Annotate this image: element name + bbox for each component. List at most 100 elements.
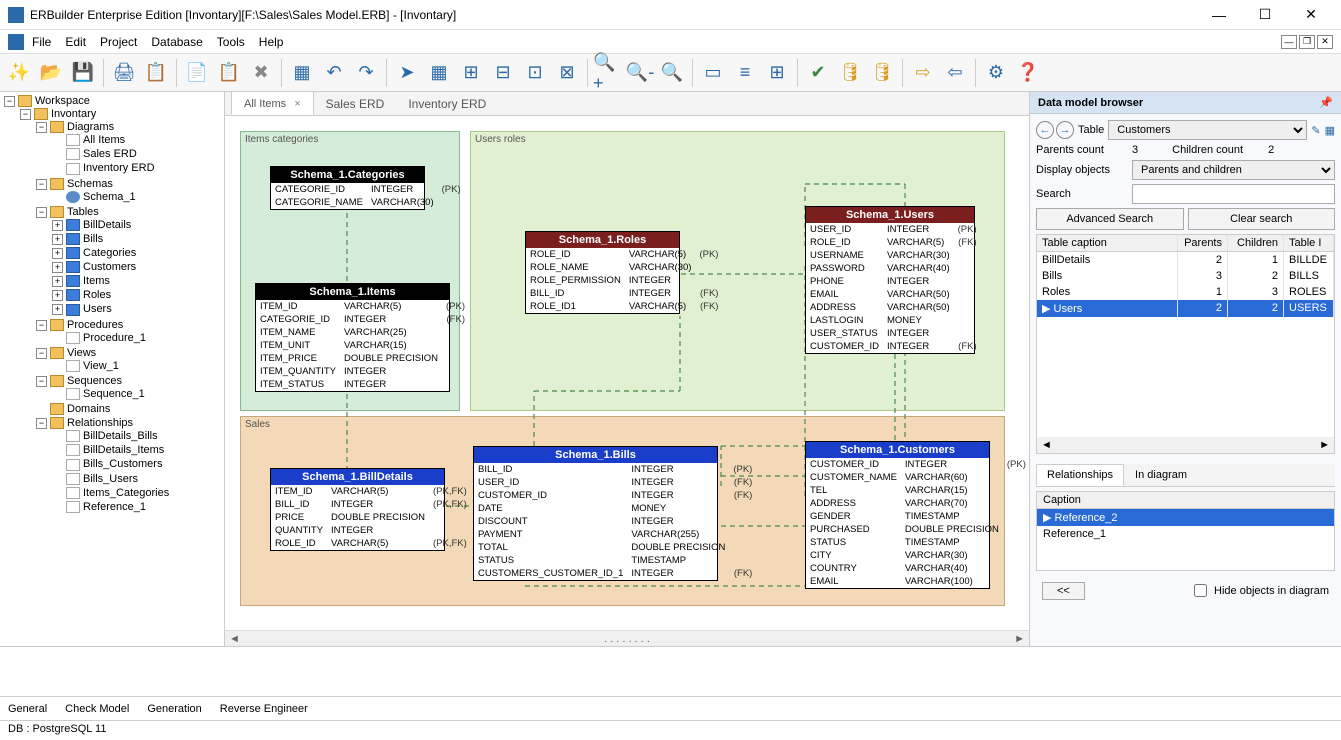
tab-sales-erd[interactable]: Sales ERD	[314, 93, 397, 115]
mdi-restore[interactable]: ❐	[1299, 35, 1315, 49]
scroll-right-icon[interactable]: ►	[1319, 439, 1330, 451]
tree-rel-item[interactable]: Bills_Users	[83, 473, 138, 485]
zoom-out-icon[interactable]: 🔍-	[625, 58, 655, 88]
tree-panel[interactable]: −Workspace −Invontary −Diagrams All Item…	[0, 92, 225, 646]
entity-billdetails[interactable]: Schema_1.BillDetailsITEM_IDVARCHAR(5)(PK…	[270, 468, 445, 551]
tab-inventory-erd[interactable]: Inventory ERD	[396, 93, 498, 115]
tree-rels[interactable]: Relationships	[67, 417, 133, 429]
entity-bills[interactable]: Schema_1.BillsBILL_IDINTEGER(PK)USER_IDI…	[473, 446, 718, 581]
add-table-icon[interactable]: ▦	[287, 58, 317, 88]
settings-icon[interactable]: ⚙	[981, 58, 1011, 88]
menu-edit[interactable]: Edit	[65, 35, 86, 49]
maximize-button[interactable]: ☐	[1243, 1, 1287, 29]
tree-diagram-item[interactable]: Inventory ERD	[83, 162, 155, 174]
tree-rel-item[interactable]: Bills_Customers	[83, 458, 162, 470]
ref-row[interactable]: Reference_1	[1037, 526, 1334, 542]
display-select[interactable]: Parents and children	[1132, 160, 1335, 180]
relation2-icon[interactable]: ⊟	[488, 58, 518, 88]
redo-icon[interactable]: ↷	[351, 58, 381, 88]
entity-roles[interactable]: Schema_1.RolesROLE_IDVARCHAR(5)(PK)ROLE_…	[525, 231, 680, 314]
tree-table-item[interactable]: Bills	[83, 233, 103, 245]
db1-icon[interactable]: 🛢	[835, 58, 865, 88]
tree-table-item[interactable]: Categories	[83, 247, 136, 259]
relation3-icon[interactable]: ⊡	[520, 58, 550, 88]
layout2-icon[interactable]: ≡	[730, 58, 760, 88]
copy-icon[interactable]: 📄	[182, 58, 212, 88]
db2-icon[interactable]: 🛢	[867, 58, 897, 88]
scroll-left-icon[interactable]: ◄	[1041, 439, 1052, 451]
tree-table-item[interactable]: Items	[83, 275, 110, 287]
btab-gen[interactable]: Generation	[147, 703, 201, 715]
relation4-icon[interactable]: ⊠	[552, 58, 582, 88]
grid-icon[interactable]: ▦	[1325, 124, 1335, 137]
paste-icon[interactable]: 📋	[214, 58, 244, 88]
btab-check[interactable]: Check Model	[65, 703, 129, 715]
nav-back-btn[interactable]: <<	[1042, 582, 1085, 600]
report-icon[interactable]: 📋	[141, 58, 171, 88]
ref-row[interactable]: ▶ Reference_2	[1037, 509, 1334, 526]
import-icon[interactable]: ⇦	[940, 58, 970, 88]
tree-view-item[interactable]: View_1	[83, 360, 119, 372]
tab-relationships[interactable]: Relationships	[1036, 464, 1124, 486]
tree-table-item[interactable]: Roles	[83, 289, 111, 301]
canvas-h-scrollbar[interactable]: ◄. . . . . . . .►	[225, 630, 1029, 646]
tree-domains[interactable]: Domains	[67, 403, 110, 415]
entity-categories[interactable]: Schema_1.CategoriesCATEGORIE_IDINTEGER(P…	[270, 166, 425, 210]
entity-users[interactable]: Schema_1.UsersUSER_IDINTEGER(PK)ROLE_IDV…	[805, 206, 975, 354]
help-icon[interactable]: ❓	[1013, 58, 1043, 88]
tree-rel-item[interactable]: Reference_1	[83, 501, 146, 513]
ref-grid[interactable]: Caption ▶ Reference_2Reference_1	[1036, 491, 1335, 571]
canvas[interactable]: Items categories Users roles Sales	[225, 116, 1029, 630]
entity-customers[interactable]: Schema_1.CustomersCUSTOMER_IDINTEGER(PK)…	[805, 441, 990, 589]
mdi-minimize[interactable]: —	[1281, 35, 1297, 49]
entity-items[interactable]: Schema_1.ItemsITEM_IDVARCHAR(5)(PK)CATEG…	[255, 283, 450, 392]
menu-help[interactable]: Help	[259, 35, 284, 49]
validate-icon[interactable]: ✔	[803, 58, 833, 88]
zoom-fit-icon[interactable]: 🔍	[657, 58, 687, 88]
open-icon[interactable]: 📂	[36, 58, 66, 88]
tree-rel-item[interactable]: BillDetails_Items	[83, 444, 164, 456]
hide-checkbox[interactable]	[1194, 584, 1207, 597]
minimize-button[interactable]: —	[1197, 1, 1241, 29]
tree-schemas[interactable]: Schemas	[67, 178, 113, 190]
menu-tools[interactable]: Tools	[217, 35, 245, 49]
nav-back-icon[interactable]: ←	[1036, 121, 1054, 139]
tree-project[interactable]: Invontary	[51, 108, 96, 120]
tree-workspace[interactable]: Workspace	[35, 95, 90, 107]
browser-grid[interactable]: Table caption Parents Children Table I B…	[1036, 234, 1335, 454]
search-input[interactable]	[1132, 184, 1335, 204]
new-icon[interactable]: ✨	[4, 58, 34, 88]
tree-procs[interactable]: Procedures	[67, 319, 123, 331]
relation1-icon[interactable]: ⊞	[456, 58, 486, 88]
layout1-icon[interactable]: ▭	[698, 58, 728, 88]
menu-project[interactable]: Project	[100, 35, 137, 49]
tree-table-item[interactable]: Customers	[83, 261, 136, 273]
pin-icon[interactable]: 📌	[1319, 96, 1333, 109]
nav-fwd-icon[interactable]: →	[1056, 121, 1074, 139]
tree-diagram-item[interactable]: Sales ERD	[83, 148, 137, 160]
tree-diagrams[interactable]: Diagrams	[67, 121, 114, 133]
print-icon[interactable]: 🖨	[109, 58, 139, 88]
btab-general[interactable]: General	[8, 703, 47, 715]
undo-icon[interactable]: ↶	[319, 58, 349, 88]
tab-all-items[interactable]: All Items×	[231, 91, 314, 115]
zoom-in-icon[interactable]: 🔍+	[593, 58, 623, 88]
tree-schema-item[interactable]: Schema_1	[83, 191, 136, 203]
advanced-search-button[interactable]: Advanced Search	[1036, 208, 1184, 230]
tree-diagram-item[interactable]: All Items	[83, 134, 125, 146]
tree-sequences[interactable]: Sequences	[67, 375, 122, 387]
tree-views[interactable]: Views	[67, 347, 96, 359]
tab-in-diagram[interactable]: In diagram	[1124, 464, 1198, 486]
menu-file[interactable]: File	[32, 35, 51, 49]
save-icon[interactable]: 💾	[68, 58, 98, 88]
export-icon[interactable]: ⇨	[908, 58, 938, 88]
tab-close-icon[interactable]: ×	[294, 98, 300, 110]
menu-database[interactable]: Database	[151, 35, 202, 49]
tree-table-item[interactable]: Users	[83, 303, 112, 315]
tree-seq-item[interactable]: Sequence_1	[83, 388, 145, 400]
edit-icon[interactable]: ✎	[1311, 124, 1320, 137]
object-select[interactable]: Customers	[1108, 120, 1307, 140]
tree-proc-item[interactable]: Procedure_1	[83, 332, 146, 344]
btab-reverse[interactable]: Reverse Engineer	[220, 703, 308, 715]
tree-tables[interactable]: Tables	[67, 206, 99, 218]
